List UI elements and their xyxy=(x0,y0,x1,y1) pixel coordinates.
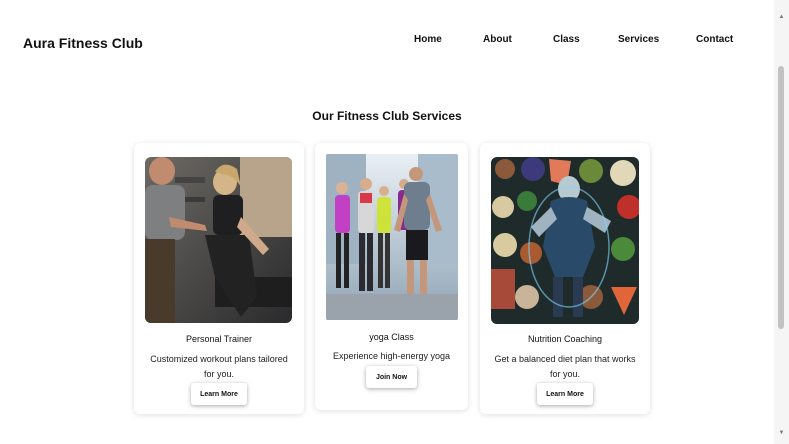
page: Aura Fitness Club Home About Class Servi… xyxy=(0,0,774,444)
join-now-button[interactable]: Join Now xyxy=(366,366,417,388)
card-yoga-class: yoga Class Experience high-energy yoga c… xyxy=(315,143,468,410)
scrollbar[interactable]: ▲ ▼ xyxy=(774,0,789,444)
card-title: Nutrition Coaching xyxy=(527,334,603,344)
navbar: Aura Fitness Club Home About Class Servi… xyxy=(0,0,774,80)
card-title: Personal Trainer xyxy=(185,334,253,344)
personal-trainer-image xyxy=(145,157,292,323)
card-description: Customized workout plans tailored for yo… xyxy=(150,354,288,379)
card-title: yoga Class xyxy=(369,332,414,342)
card-description: Get a balanced diet plan that works for … xyxy=(494,354,636,379)
yoga-class-image xyxy=(326,154,458,320)
card-personal-trainer: Personal Trainer Customized workout plan… xyxy=(134,143,304,414)
learn-more-button[interactable]: Learn More xyxy=(537,383,593,405)
nav-about[interactable]: About xyxy=(483,34,512,45)
nav-class[interactable]: Class xyxy=(553,34,580,45)
card-nutrition-coaching: Nutrition Coaching Get a balanced diet p… xyxy=(480,143,650,414)
brand-logo[interactable]: Aura Fitness Club xyxy=(23,35,143,51)
scroll-thumb[interactable] xyxy=(778,66,784,329)
nav-services[interactable]: Services xyxy=(618,34,659,45)
section-title: Our Fitness Club Services xyxy=(312,109,462,123)
nav-contact[interactable]: Contact xyxy=(696,34,733,45)
nav-home[interactable]: Home xyxy=(414,34,442,45)
learn-more-button[interactable]: Learn More xyxy=(191,383,247,405)
nutrition-coaching-image xyxy=(491,157,639,324)
scroll-up-icon[interactable]: ▲ xyxy=(774,10,789,24)
scroll-down-icon[interactable]: ▼ xyxy=(774,426,789,440)
